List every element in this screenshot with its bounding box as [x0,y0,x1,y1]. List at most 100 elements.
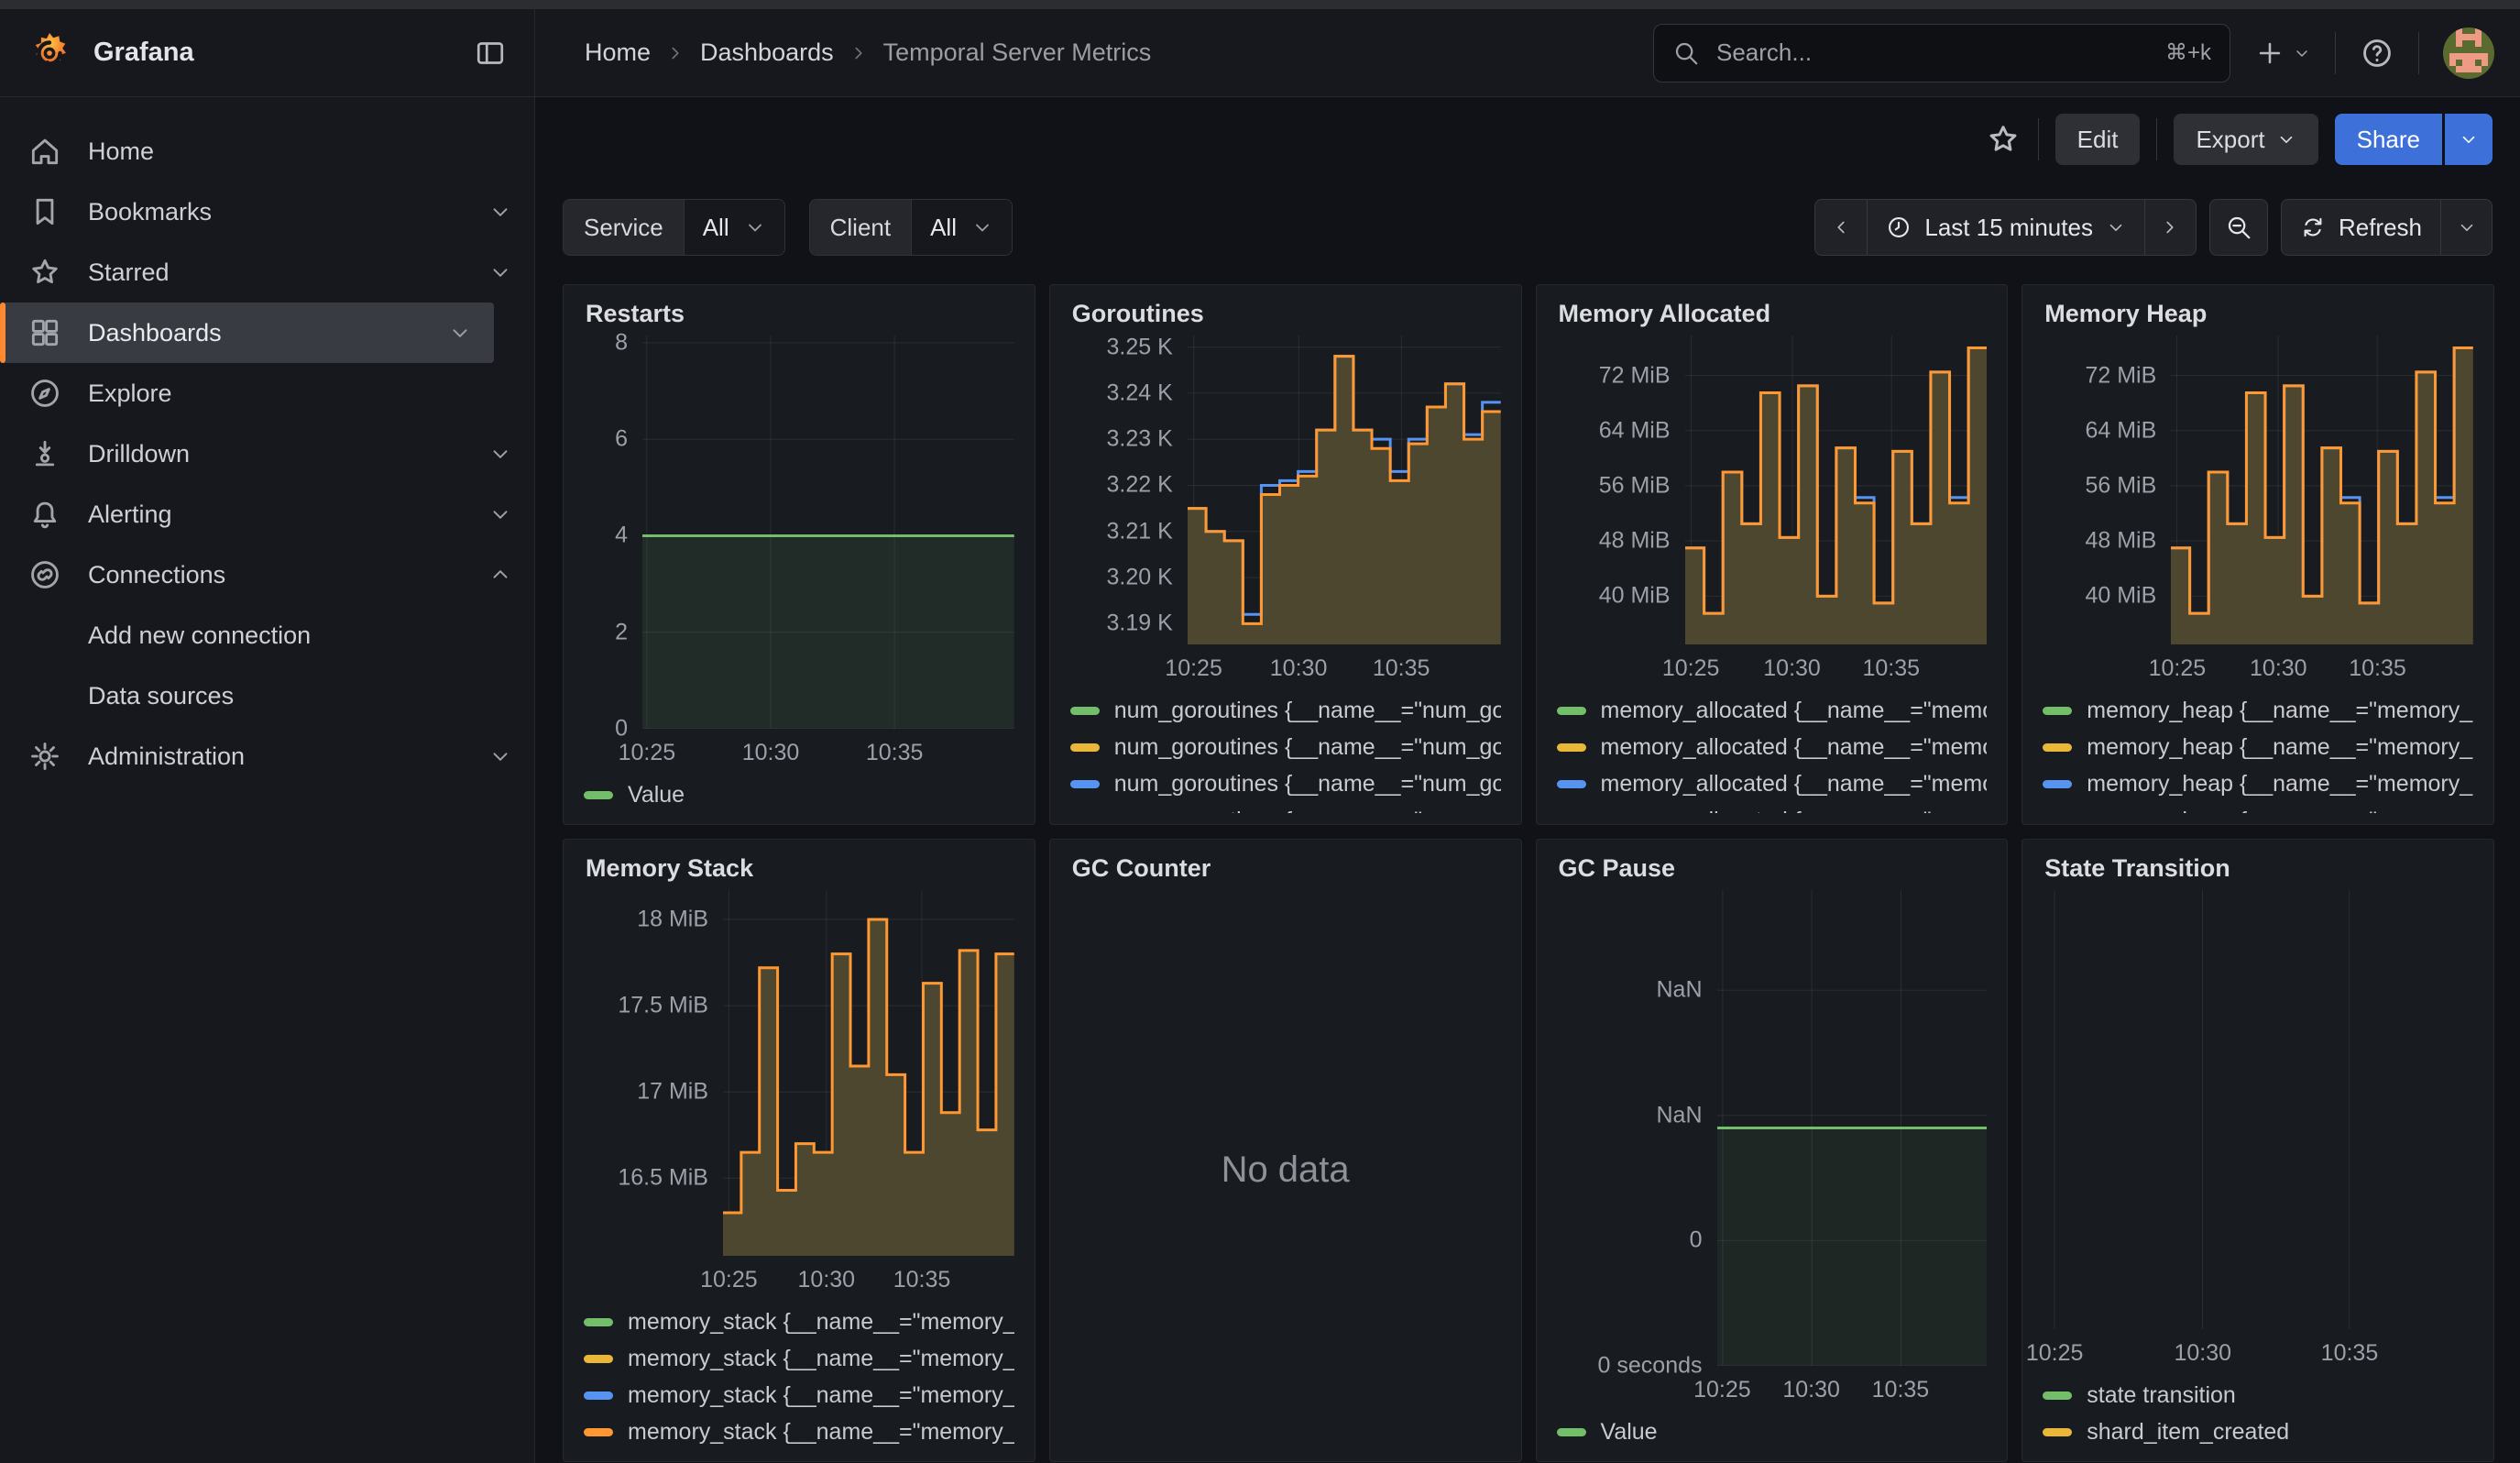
legend: num_goroutines {__name__="num_go num_goro… [1070,692,1501,813]
memory-allocated-chart[interactable]: 72 MiB64 MiB56 MiB48 MiB40 MiB10:2510:30… [1557,336,1988,688]
sidebar-item-add-new-connection[interactable]: Add new connection [0,605,534,666]
panel-title-gc-counter[interactable]: GC Counter [1072,854,1499,883]
sidebar-item-starred[interactable]: Starred [0,242,534,302]
legend-item[interactable]: memory_allocated {__name__="memo [1557,802,1988,813]
favorite-dashboard-button[interactable] [1985,121,2021,158]
panel-title-state-transition[interactable]: State Transition [2044,854,2471,883]
legend-item[interactable]: Value [1557,1414,1988,1450]
legend-item[interactable]: memory_stack {__name__="memory_s [584,1304,1014,1340]
legend-item[interactable]: num_goroutines {__name__="num_go [1070,692,1501,729]
goroutines-chart[interactable]: 3.25 K3.24 K3.23 K3.22 K3.21 K3.20 K3.19… [1070,336,1501,688]
panel-restarts: Restarts 8642010:2510:3010:35Value [563,284,1035,825]
service-filter[interactable]: Service All [563,199,785,256]
legend-color-marker [584,1428,613,1436]
sidebar-item-connections[interactable]: Connections [0,544,534,605]
legend-item[interactable]: num_goroutines {__name__="num_go [1070,765,1501,802]
time-shift-forward-button[interactable] [2144,200,2196,255]
y-axis-tick: 0 [615,716,628,742]
add-new-button[interactable] [2254,38,2311,69]
client-filter[interactable]: Client All [809,199,1013,256]
panel-state-transition: State Transition 10:2510:3010:35 state tra… [2021,839,2494,1462]
search-hotkey: ⌘+k [2165,39,2211,66]
y-axis-tick: 3.23 K [1106,426,1172,453]
share-dropdown-button[interactable] [2445,114,2493,165]
y-axis-tick: NaN [1656,1102,1702,1128]
time-shift-back-button[interactable] [1815,200,1867,255]
refresh-button[interactable]: Refresh [2282,200,2440,255]
breadcrumb: Home Dashboards Temporal Server Metrics [585,38,1151,67]
memory-stack-chart[interactable]: 18 MiB17.5 MiB17 MiB16.5 MiB10:2510:3010… [584,890,1014,1300]
search-box[interactable]: ⌘+k [1653,24,2230,82]
x-axis-tick: 10:35 [2349,655,2406,682]
x-axis-tick: 10:25 [1693,1377,1751,1403]
sidebar-item-label: Data sources [88,682,512,710]
export-button[interactable]: Export [2174,114,2317,165]
restarts-chart[interactable]: 8642010:2510:3010:35 [584,336,1014,773]
brand-section: Grafana [0,9,535,96]
legend-color-marker [1557,780,1586,788]
client-filter-selected: All [930,214,957,242]
share-button[interactable]: Share [2335,114,2442,165]
memory-heap-chart[interactable]: 72 MiB64 MiB56 MiB48 MiB40 MiB10:2510:30… [2043,336,2473,688]
sidebar-item-administration[interactable]: Administration [0,726,534,786]
legend-label: num_goroutines {__name__="num_go [1114,698,1501,724]
chevron-up-icon [488,563,512,587]
help-button[interactable] [2360,36,2394,71]
legend-item[interactable]: Value [584,776,1014,813]
panel-title-goroutines[interactable]: Goroutines [1072,300,1499,328]
legend-item[interactable]: memory_stack {__name__="memory_s [584,1414,1014,1450]
chevron-down-icon [2457,217,2477,237]
panel-gc-counter: GC CounterNo data [1049,839,1522,1462]
time-range-picker[interactable]: Last 15 minutes [1867,200,2144,255]
compass-icon [27,376,62,411]
export-label: Export [2196,126,2264,154]
sidebar-toggle-button[interactable] [474,37,507,70]
legend-item[interactable]: shard_item_created [2043,1414,2473,1450]
sidebar-item-alerting[interactable]: Alerting [0,484,534,544]
refresh-interval-dropdown[interactable] [2440,200,2492,255]
legend-item[interactable]: memory_allocated {__name__="memo [1557,729,1988,765]
legend-label: num_goroutines {__name__="num_go [1114,808,1501,814]
sidebar-item-dashboards[interactable]: Dashboards [0,302,494,363]
sidebar-item-bookmarks[interactable]: Bookmarks [0,182,534,242]
legend-item[interactable]: memory_allocated {__name__="memo [1557,692,1988,729]
legend-item[interactable]: memory_heap {__name__="memory_h [2043,692,2473,729]
sidebar-item-data-sources[interactable]: Data sources [0,666,534,726]
legend-item[interactable]: memory_stack {__name__="memory_s [584,1377,1014,1414]
panel-title-memory-stack[interactable]: Memory Stack [586,854,1013,883]
edit-button[interactable]: Edit [2055,114,2141,165]
legend-item[interactable]: memory_stack {__name__="memory_s [584,1340,1014,1377]
sidebar-item-home[interactable]: Home [0,121,534,182]
panel-title-memory-allocated[interactable]: Memory Allocated [1559,300,1986,328]
connections-icon [27,557,62,592]
legend-item[interactable]: memory_allocated {__name__="memo [1557,765,1988,802]
legend-item[interactable]: memory_heap {__name__="memory_h [2043,729,2473,765]
breadcrumb-home[interactable]: Home [585,38,651,67]
legend-item[interactable]: state transition [2043,1377,2473,1414]
state-transition-chart[interactable]: 10:2510:3010:35 [2043,890,2473,1373]
legend-item[interactable]: num_goroutines {__name__="num_go [1070,802,1501,813]
legend-label: num_goroutines {__name__="num_go [1114,771,1501,798]
legend-color-marker [2043,1392,2072,1400]
legend-item[interactable]: num_goroutines {__name__="num_go [1070,729,1501,765]
legend: memory_stack {__name__="memory_smemory_s… [584,1304,1014,1450]
breadcrumb-current: Temporal Server Metrics [883,38,1152,67]
panel-title-memory-heap[interactable]: Memory Heap [2044,300,2471,328]
panel-title-gc-pause[interactable]: GC Pause [1559,854,1986,883]
client-filter-value[interactable]: All [911,200,1012,255]
y-axis-tick: 18 MiB [637,906,708,932]
legend-label: memory_heap {__name__="memory_h [2087,771,2473,798]
search-input[interactable] [1715,38,2151,68]
service-filter-value[interactable]: All [684,200,784,255]
user-avatar[interactable] [2443,28,2494,79]
zoom-out-time-button[interactable] [2209,199,2268,256]
legend-item[interactable]: memory_heap {__name__="memory_h [2043,802,2473,813]
gc-pause-chart[interactable]: NaNNaN00 seconds10:2510:3010:35 [1557,890,1988,1410]
legend-item[interactable]: memory_heap {__name__="memory_h [2043,765,2473,802]
sidebar-item-explore[interactable]: Explore [0,363,534,424]
chevron-right-icon [849,43,869,63]
sidebar-item-drilldown[interactable]: Drilldown [0,424,534,484]
panel-title-restarts[interactable]: Restarts [586,300,1013,328]
legend-color-marker [2043,707,2072,715]
breadcrumb-dashboards[interactable]: Dashboards [700,38,834,67]
